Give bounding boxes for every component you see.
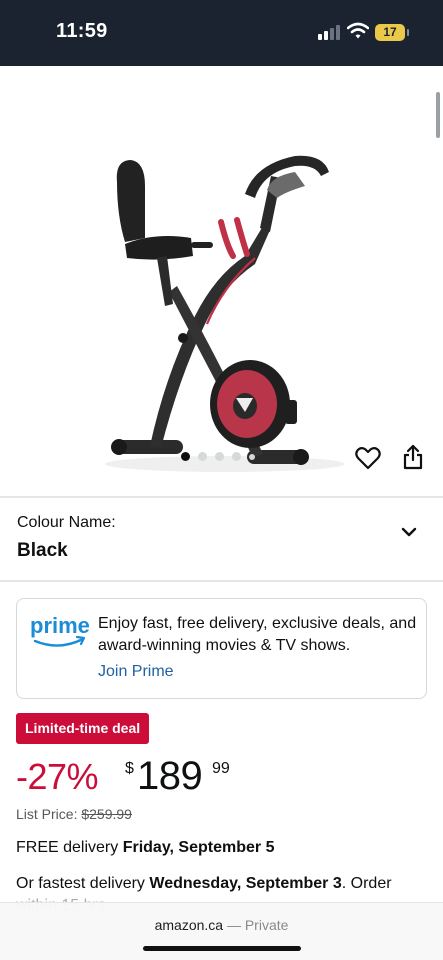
pagination-dot[interactable] [232,452,241,461]
delivery-date: Friday, September 5 [122,839,275,856]
url-domain: amazon.ca [154,917,224,933]
delivery-prefix: FREE delivery [16,839,123,856]
fastest-suffix: . Order [341,875,392,892]
scrollbar-thumb[interactable] [436,92,440,138]
pagination-dot[interactable] [198,452,207,461]
prime-logo: prime [30,613,89,647]
heart-icon[interactable] [355,446,381,470]
prime-description: Enjoy fast, free delivery, exclusive dea… [98,615,417,654]
share-icon[interactable] [402,444,424,470]
price-fraction: 99 [212,760,230,777]
colour-label: Colour Name: [17,514,116,531]
colour-value: Black [17,540,68,561]
browser-address-bar[interactable]: amazon.ca — Private [0,902,443,960]
wifi-icon [347,22,369,39]
price-whole: 189 [137,754,203,798]
home-indicator[interactable] [143,946,301,951]
image-pagination[interactable] [181,452,255,461]
divider [0,580,443,582]
list-price-label: List Price: [16,806,82,822]
url-display[interactable]: amazon.ca — Private [0,917,443,933]
price-currency: $ [125,760,134,777]
fastest-date: Wednesday, September 3 [149,875,342,892]
join-prime-link[interactable]: Join Prime [98,663,174,681]
fastest-prefix: Or fastest delivery [16,875,150,892]
prime-promo-card[interactable]: prime Enjoy fast, free delivery, exclusi… [16,598,427,699]
status-time: 11:59 [56,20,108,42]
fastest-delivery-info: Or fastest delivery Wednesday, September… [16,875,436,893]
pagination-dot[interactable] [181,452,190,461]
cellular-signal-icon [318,24,340,40]
list-price: List Price: $259.99 [16,806,132,822]
prime-logo-text: prime [30,613,89,638]
private-mode-label: — Private [223,917,289,933]
colour-selector[interactable]: Colour Name: Black [0,498,443,580]
battery-icon: 17 [375,24,409,41]
list-price-value: $259.99 [81,806,132,822]
pagination-dot[interactable] [249,453,255,460]
chevron-down-icon[interactable] [400,526,418,538]
discount-percent: -27% [16,756,99,797]
product-gallery[interactable] [0,66,443,496]
limited-time-deal-badge: Limited-time deal [16,713,150,744]
exercise-bike-image[interactable] [95,146,345,476]
pagination-dot[interactable] [215,452,224,461]
free-delivery-info: FREE delivery Friday, September 5 [16,839,274,857]
status-bar: 11:59 17 [0,0,443,66]
